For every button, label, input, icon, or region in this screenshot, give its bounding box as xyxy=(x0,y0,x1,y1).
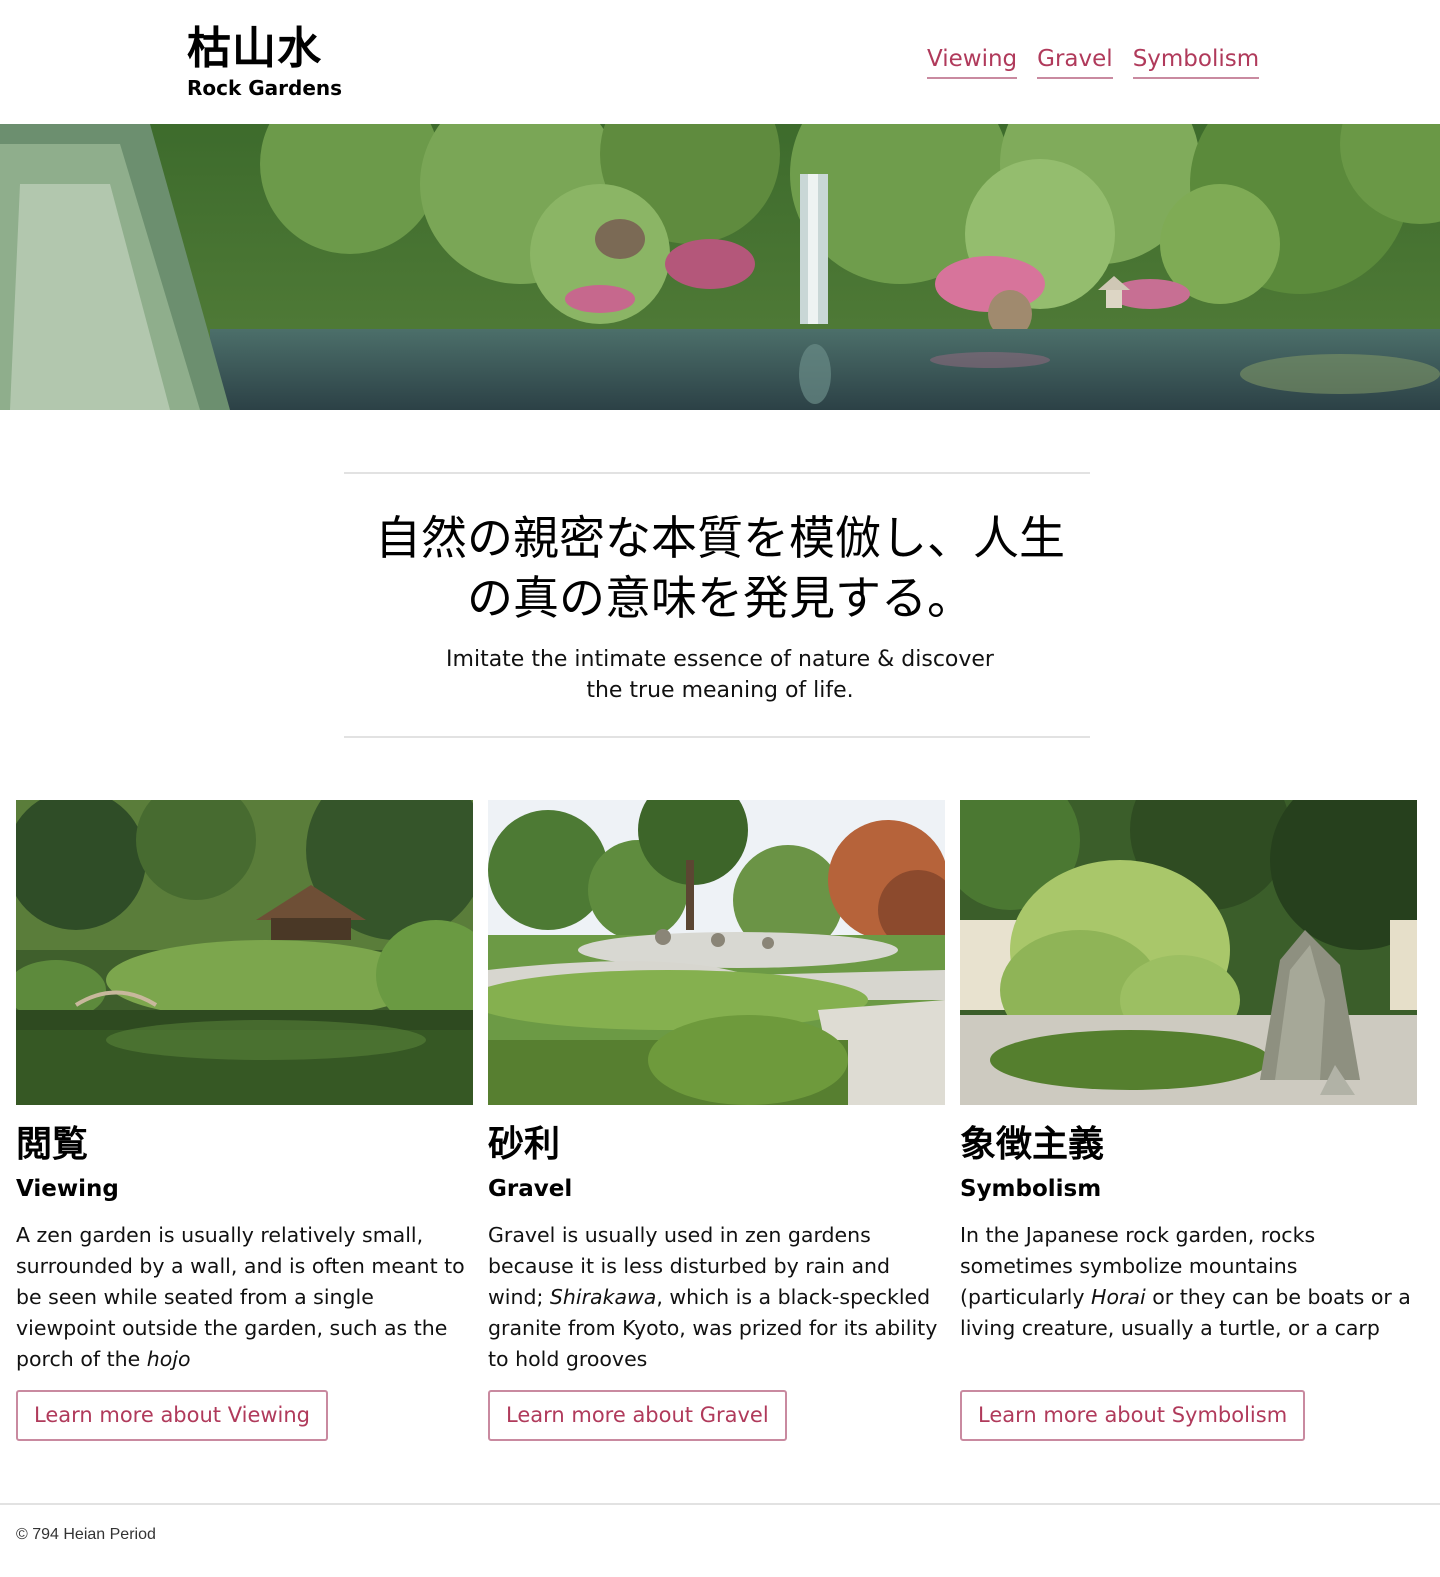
gravel-image xyxy=(488,800,945,1105)
card-viewing-heading-en: Viewing xyxy=(16,1176,119,1202)
nav-link-gravel[interactable]: Gravel xyxy=(1037,44,1113,79)
learn-more-viewing-button[interactable]: Learn more about Viewing xyxy=(16,1390,329,1441)
brand[interactable]: 枯山水 Rock Gardens xyxy=(187,22,342,100)
card-gravel-text-italic: Shirakawa xyxy=(549,1285,657,1309)
card-gravel-heading-jp: 砂利 xyxy=(488,1124,561,1165)
card-symbolism-heading-jp: 象徴主義 xyxy=(960,1124,1105,1165)
intro-tagline-jp: 自然の親密な本質を模倣し、人生の真の意味を発見する。 xyxy=(375,511,1065,625)
site-footer: © 794 Heian Period xyxy=(16,1526,156,1543)
learn-more-gravel-button[interactable]: Learn more about Gravel xyxy=(488,1390,787,1441)
brand-title-en: Rock Gardens xyxy=(187,76,343,100)
card-viewing-text: A zen garden is usually relatively small… xyxy=(16,1220,473,1375)
card-symbolism-text: In the Japanese rock garden, rocks somet… xyxy=(960,1220,1417,1344)
intro-rule-bottom xyxy=(344,736,1090,738)
card-viewing: 閲覧 Viewing A zen garden is usually relat… xyxy=(16,800,473,1441)
card-viewing-heading-jp: 閲覧 xyxy=(16,1124,89,1165)
nav-link-viewing[interactable]: Viewing xyxy=(927,44,1018,79)
intro-en-line-1: Imitate the intimate essence of nature &… xyxy=(446,647,994,672)
intro-rule-top xyxy=(344,472,1090,474)
symbolism-image xyxy=(960,800,1417,1105)
viewing-image xyxy=(16,800,473,1105)
card-viewing-text-main: A zen garden is usually relatively small… xyxy=(16,1223,465,1371)
site-header: 枯山水 Rock Gardens Viewing Gravel Symbolis… xyxy=(0,0,1440,124)
card-gravel-text: Gravel is usually used in zen gardens be… xyxy=(488,1220,945,1375)
nav-link-symbolism[interactable]: Symbolism xyxy=(1132,44,1260,79)
card-viewing-text-italic: hojo xyxy=(146,1347,191,1371)
learn-more-symbolism-button[interactable]: Learn more about Symbolism xyxy=(960,1390,1306,1441)
hero-image xyxy=(0,124,1440,410)
footer-divider xyxy=(0,1503,1440,1505)
main-nav: Viewing Gravel Symbolism xyxy=(927,44,1260,79)
card-gravel: 砂利 Gravel Gravel is usually used in zen … xyxy=(488,800,945,1441)
intro-tagline-en: Imitate the intimate essence of nature &… xyxy=(420,644,1020,706)
card-symbolism-text-italic: Horai xyxy=(1091,1285,1146,1309)
intro-en-line-2: the true meaning of life. xyxy=(586,678,854,703)
card-gravel-heading-en: Gravel xyxy=(488,1176,573,1202)
brand-title-jp: 枯山水 xyxy=(187,23,322,74)
card-symbolism-heading-en: Symbolism xyxy=(960,1176,1102,1202)
card-symbolism: 象徴主義 Symbolism In the Japanese rock gard… xyxy=(960,800,1417,1441)
